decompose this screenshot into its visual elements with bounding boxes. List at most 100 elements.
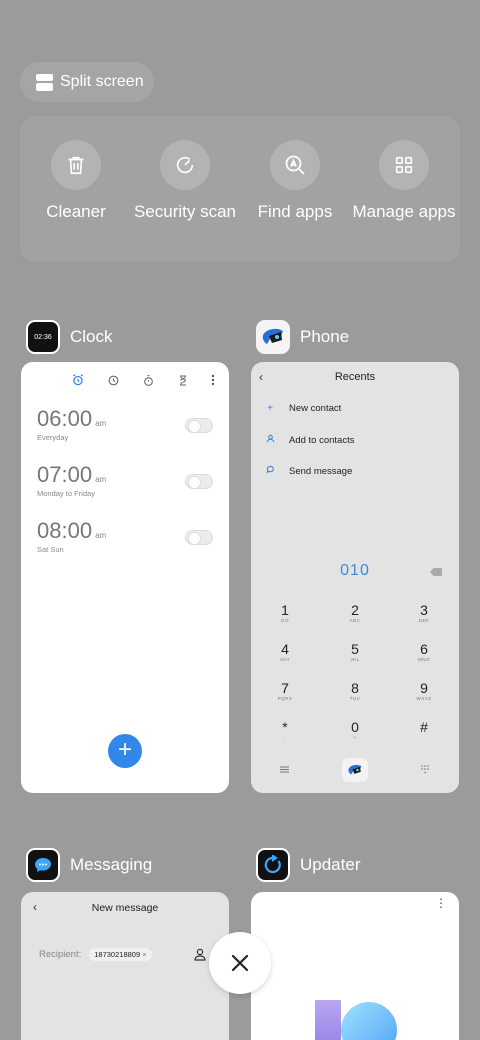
manage-apps-button[interactable]: Manage apps <box>349 140 459 222</box>
dialpad-icon[interactable] <box>421 765 429 774</box>
recipient-field[interactable]: Recipient: 18730218809 × <box>39 948 152 961</box>
alarm-toggle[interactable] <box>185 418 213 433</box>
menu-icon[interactable] <box>280 766 289 773</box>
new-message-title: New message <box>91 902 159 914</box>
key-letters: MNO <box>418 657 430 662</box>
alarm-time: 08:00 <box>37 518 93 543</box>
dial-key[interactable]: 0 + <box>335 719 375 740</box>
dial-key[interactable]: 5 JKL <box>335 641 375 662</box>
dial-key[interactable]: 8 TUV <box>335 680 375 701</box>
world-clock-tab-icon[interactable] <box>107 374 120 387</box>
messaging-app-card[interactable]: ‹ New message Recipient: 18730218809 × <box>21 892 229 1040</box>
alarm-item[interactable]: 06:00 am Everyday <box>37 406 213 446</box>
key-letters: GHI <box>280 657 290 662</box>
key-letters: JKL <box>350 657 360 662</box>
alarm-toggle[interactable] <box>185 474 213 489</box>
manage-apps-label: Manage apps <box>352 202 456 221</box>
stopwatch-tab-icon[interactable] <box>142 374 155 387</box>
contact-picker-icon[interactable] <box>194 948 206 961</box>
dial-key[interactable]: # <box>404 719 444 735</box>
clock-app-icon: 02:36 <box>26 320 60 354</box>
more-options-icon[interactable]: ⋮ <box>435 896 447 910</box>
more-options-icon[interactable] <box>211 374 215 386</box>
alarm-item[interactable]: 08:00 am Sat Sun <box>37 518 213 558</box>
alarm-ampm: am <box>95 531 107 540</box>
new-contact-label: New contact <box>289 403 342 414</box>
phone-app-header[interactable]: Phone <box>256 320 349 354</box>
recipient-number: 18730218809 <box>94 950 141 959</box>
updater-app-icon <box>256 848 290 882</box>
key-letters: , <box>284 735 286 740</box>
send-message-item[interactable]: Send message <box>265 465 352 477</box>
dial-key[interactable]: 4 GHI <box>265 641 305 662</box>
alarm-tab-icon[interactable] <box>71 373 85 387</box>
person-icon <box>265 434 275 446</box>
dial-key[interactable]: 6 MNO <box>404 641 444 662</box>
find-apps-icon <box>270 140 320 190</box>
alarm-time: 06:00 <box>37 406 93 431</box>
updater-app-name: Updater <box>300 855 361 874</box>
recipient-chip[interactable]: 18730218809 × <box>89 948 152 961</box>
trash-icon <box>51 140 101 190</box>
key-letters: + <box>353 735 357 740</box>
timer-tab-icon[interactable] <box>177 374 189 387</box>
split-screen-label: Split screen <box>60 73 144 90</box>
messaging-app-header[interactable]: Messaging <box>26 848 152 882</box>
updater-app-card[interactable]: ⋮ <box>251 892 459 1040</box>
alarm-item[interactable]: 07:00 am Monday to Friday <box>37 462 213 502</box>
miui-logo-graphic <box>315 1000 397 1040</box>
manage-apps-icon <box>379 140 429 190</box>
alarm-time: 07:00 <box>37 462 93 487</box>
dialed-number: 010 <box>340 562 370 579</box>
find-apps-button[interactable]: Find apps <box>240 140 350 222</box>
key-digit: 7 <box>281 680 289 696</box>
key-letters: WXYZ <box>416 696 432 701</box>
key-letters: DEF <box>418 618 430 623</box>
key-digit: 6 <box>420 641 428 657</box>
dial-key[interactable]: 3 DEF <box>404 602 444 623</box>
dial-key[interactable]: 7 PQRS <box>265 680 305 701</box>
phone-app-name: Phone <box>300 327 350 346</box>
quick-tools-panel: Cleaner Security scan Find apps Manage a… <box>20 116 460 262</box>
alarm-ampm: am <box>95 419 107 428</box>
key-digit: * <box>282 719 288 735</box>
key-digit: 1 <box>281 602 289 618</box>
call-button[interactable] <box>342 758 368 782</box>
alarm-toggle[interactable] <box>185 530 213 545</box>
cleaner-button[interactable]: Cleaner <box>21 140 131 222</box>
find-apps-label: Find apps <box>257 202 333 221</box>
clear-all-button[interactable] <box>209 932 271 994</box>
remove-recipient-icon[interactable]: × <box>142 950 146 959</box>
key-digit: 2 <box>351 602 359 618</box>
clock-app-header[interactable]: 02:36 Clock <box>26 320 113 354</box>
dial-key[interactable]: 9 WXYZ <box>404 680 444 701</box>
key-letters: PQRS <box>277 696 293 701</box>
add-to-contacts-label: Add to contacts <box>289 434 355 446</box>
key-digit: 4 <box>281 641 289 657</box>
add-to-contacts-item[interactable]: Add to contacts <box>265 434 354 446</box>
split-screen-button[interactable]: Split screen <box>20 62 154 102</box>
key-letters: GO <box>280 618 289 623</box>
alarm-ampm: am <box>95 475 107 484</box>
messaging-app-icon <box>26 848 60 882</box>
dial-key[interactable]: *, <box>265 719 305 740</box>
chat-bubble-icon <box>265 465 275 477</box>
security-scan-label: Security scan <box>133 202 237 221</box>
key-letters: ABC <box>349 618 361 623</box>
dial-key[interactable]: 1 GO <box>265 602 305 623</box>
new-contact-item[interactable]: + New contact <box>265 403 341 414</box>
send-message-label: Send message <box>289 465 353 477</box>
security-scan-button[interactable]: Security scan <box>130 140 240 222</box>
alarm-repeat: Everyday <box>37 433 69 442</box>
split-screen-icon <box>36 73 53 91</box>
phone-call-icon <box>348 764 362 775</box>
phone-app-card[interactable]: ‹ Recents + New contact Add to contacts … <box>251 362 459 793</box>
clock-app-card[interactable]: 06:00 am Everyday 07:00 am Monday to Frida… <box>21 362 229 793</box>
messaging-app-name: Messaging <box>70 855 153 874</box>
recipient-label: Recipient: <box>39 949 82 960</box>
dial-key[interactable]: 2 ABC <box>335 602 375 623</box>
updater-app-header[interactable]: Updater <box>256 848 360 882</box>
add-alarm-button[interactable]: + <box>108 734 142 768</box>
clock-icon-time: 02:36 <box>34 333 52 341</box>
dialer-bottom-bar <box>251 758 459 782</box>
